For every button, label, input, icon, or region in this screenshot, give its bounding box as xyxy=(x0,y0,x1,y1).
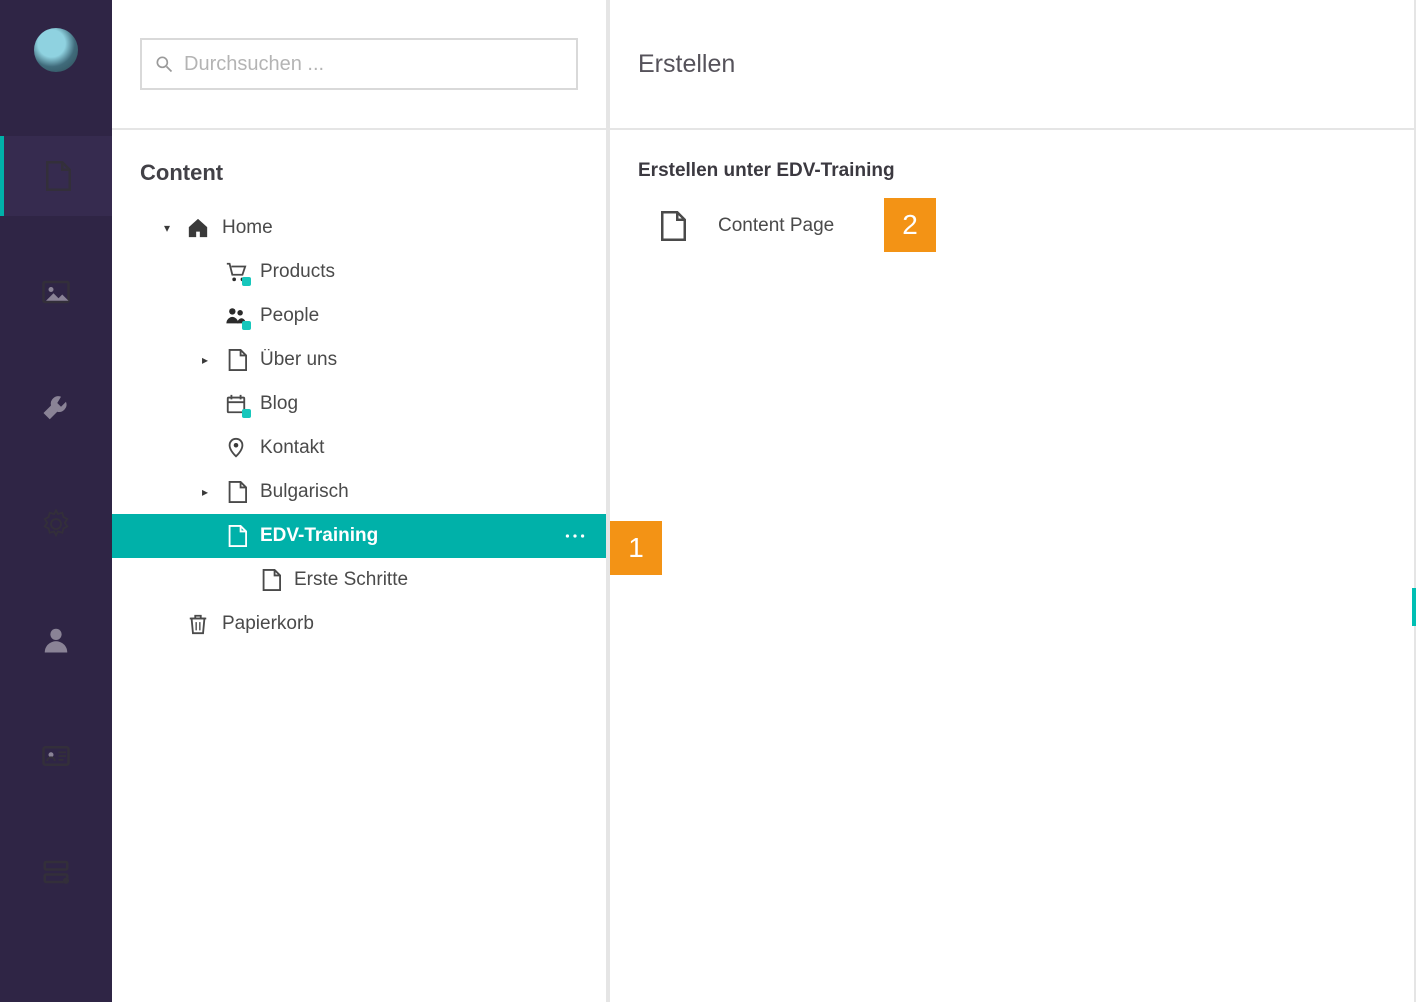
people-icon xyxy=(224,305,248,327)
page-icon xyxy=(224,349,248,371)
create-subtitle: Erstellen unter EDV-Training xyxy=(638,160,1386,182)
more-icon xyxy=(562,523,588,549)
annotation-1: 1 xyxy=(610,521,662,575)
idcard-icon xyxy=(41,741,71,771)
tree-node-home[interactable]: ▾ Home xyxy=(112,206,606,250)
avatar[interactable] xyxy=(34,28,78,72)
tree-node-label: Home xyxy=(222,217,588,239)
create-panel-title: Erstellen xyxy=(638,50,735,79)
tree-node-label: Erste Schritte xyxy=(294,569,588,591)
nav-users[interactable] xyxy=(0,600,112,680)
nav-settings-wrench[interactable] xyxy=(0,368,112,448)
nav-rail xyxy=(0,0,112,1002)
create-option-label: Content Page xyxy=(718,215,834,237)
tree-node-erste-schritte[interactable]: Erste Schritte xyxy=(112,558,606,602)
search-box[interactable] xyxy=(140,38,578,90)
tree-title: Content xyxy=(112,130,606,206)
gear-icon xyxy=(41,509,71,539)
caret-down-icon[interactable]: ▾ xyxy=(160,221,174,235)
wrench-icon xyxy=(41,393,71,423)
nav-media[interactable] xyxy=(0,252,112,332)
tree-node-people[interactable]: People xyxy=(112,294,606,338)
tree-node-papierkorb[interactable]: Papierkorb xyxy=(112,602,606,646)
tree-node-label: People xyxy=(260,305,588,327)
tree-node-label: Über uns xyxy=(260,349,588,371)
nav-members[interactable] xyxy=(0,716,112,796)
image-icon xyxy=(41,277,71,307)
tree-node-kontakt[interactable]: Kontakt xyxy=(112,426,606,470)
tree-node-label: Blog xyxy=(260,393,588,415)
tree-node-bulgarisch[interactable]: ▸ Bulgarisch xyxy=(112,470,606,514)
page-icon xyxy=(224,525,248,547)
nav-settings-gear[interactable] xyxy=(0,484,112,564)
create-panel: Erstellen Erstellen unter EDV-Training C… xyxy=(610,0,1416,1002)
page-icon xyxy=(224,481,248,503)
page-icon xyxy=(656,209,686,243)
user-icon xyxy=(41,625,71,655)
tree-node-edv-training[interactable]: EDV-Training xyxy=(112,514,606,558)
caret-right-icon[interactable]: ▸ xyxy=(198,485,212,499)
tree-node-label: Kontakt xyxy=(260,437,588,459)
tree-node-label: Papierkorb xyxy=(222,613,588,635)
home-icon xyxy=(186,217,210,239)
tree-node-blog[interactable]: Blog xyxy=(112,382,606,426)
right-edge-accent xyxy=(1412,588,1416,626)
tree-node-label: Bulgarisch xyxy=(260,481,588,503)
pin-icon xyxy=(224,437,248,459)
annotation-2: 2 xyxy=(884,198,936,252)
caret-right-icon[interactable]: ▸ xyxy=(198,353,212,367)
search-icon xyxy=(154,54,174,74)
content-tree: ▾ Home Products People ▸ Über uns Blog Kontakt ▸… xyxy=(112,206,606,686)
tree-node-label: Products xyxy=(260,261,588,283)
trash-icon xyxy=(186,613,210,635)
search-input[interactable] xyxy=(184,53,564,76)
tree-node-products[interactable]: Products xyxy=(112,250,606,294)
nav-forms[interactable] xyxy=(0,832,112,912)
page-icon xyxy=(258,569,282,591)
tree-node--ber-uns[interactable]: ▸ Über uns xyxy=(112,338,606,382)
nav-content[interactable] xyxy=(0,136,112,216)
create-options: Content Page xyxy=(610,188,1414,264)
forms-icon xyxy=(41,857,71,887)
tree-node-actions[interactable] xyxy=(562,523,588,549)
calendar-icon xyxy=(224,393,248,415)
create-option-content-page[interactable]: Content Page xyxy=(638,196,844,256)
content-tree-panel: Content ▾ Home Products People ▸ Über uns Blog… xyxy=(112,0,610,1002)
page-icon xyxy=(41,161,71,191)
tree-node-label: EDV-Training xyxy=(260,525,550,547)
cart-icon xyxy=(224,261,248,283)
